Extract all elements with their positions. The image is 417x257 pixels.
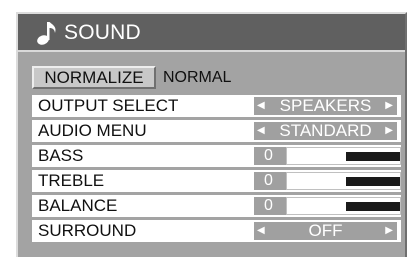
select-value: STANDARD <box>279 121 372 140</box>
select-value: OFF <box>308 221 343 240</box>
slider-track[interactable] <box>286 172 401 190</box>
menu-row-label: SURROUND <box>38 221 137 240</box>
menu-row-label: AUDIO MENU <box>38 121 147 140</box>
audio-menu-value[interactable]: ◀ STANDARD ▶ <box>254 122 397 140</box>
slider-value: 0 <box>254 147 286 165</box>
arrow-right-icon[interactable]: ▶ <box>385 222 393 240</box>
menu-row-label: OUTPUT SELECT <box>38 96 179 115</box>
menu-row-label: TREBLE <box>38 171 105 190</box>
slider-bar <box>346 152 400 161</box>
menu-row-label: BASS <box>38 146 84 165</box>
bass-slider[interactable]: 0 <box>254 147 401 165</box>
slider-value: 0 <box>254 197 286 215</box>
menu-row-surround[interactable]: SURROUND ◀ OFF ▶ <box>32 220 401 242</box>
title-bar: SOUND <box>18 14 405 52</box>
slider-track[interactable] <box>286 197 401 215</box>
menu-row-audio-menu[interactable]: AUDIO MENU ◀ STANDARD ▶ <box>32 120 401 142</box>
normalize-status: NORMAL <box>163 69 232 86</box>
slider-value: 0 <box>254 172 286 190</box>
menu-row-label: BALANCE <box>38 196 118 215</box>
output-select-value[interactable]: ◀ SPEAKERS ▶ <box>254 97 397 115</box>
arrow-right-icon[interactable]: ▶ <box>385 122 393 140</box>
slider-bar <box>346 177 400 186</box>
treble-slider[interactable]: 0 <box>254 172 401 190</box>
music-note-icon <box>37 22 56 45</box>
sound-menu-panel: SOUND NORMALIZE NORMAL OUTPUT SELECT ◀ S… <box>16 12 407 257</box>
select-value: SPEAKERS <box>279 96 372 115</box>
page-title: SOUND <box>64 21 141 44</box>
menu-row-bass[interactable]: BASS 0 <box>32 145 401 167</box>
menu-row-treble[interactable]: TREBLE 0 <box>32 170 401 192</box>
normalize-button[interactable]: NORMALIZE <box>32 66 156 89</box>
menu-row-balance[interactable]: BALANCE 0 <box>32 195 401 217</box>
slider-bar <box>346 202 400 211</box>
arrow-right-icon[interactable]: ▶ <box>385 97 393 115</box>
slider-track[interactable] <box>286 147 401 165</box>
menu-row-output-select[interactable]: OUTPUT SELECT ◀ SPEAKERS ▶ <box>32 95 401 117</box>
surround-value[interactable]: ◀ OFF ▶ <box>254 222 397 240</box>
balance-slider[interactable]: 0 <box>254 197 401 215</box>
